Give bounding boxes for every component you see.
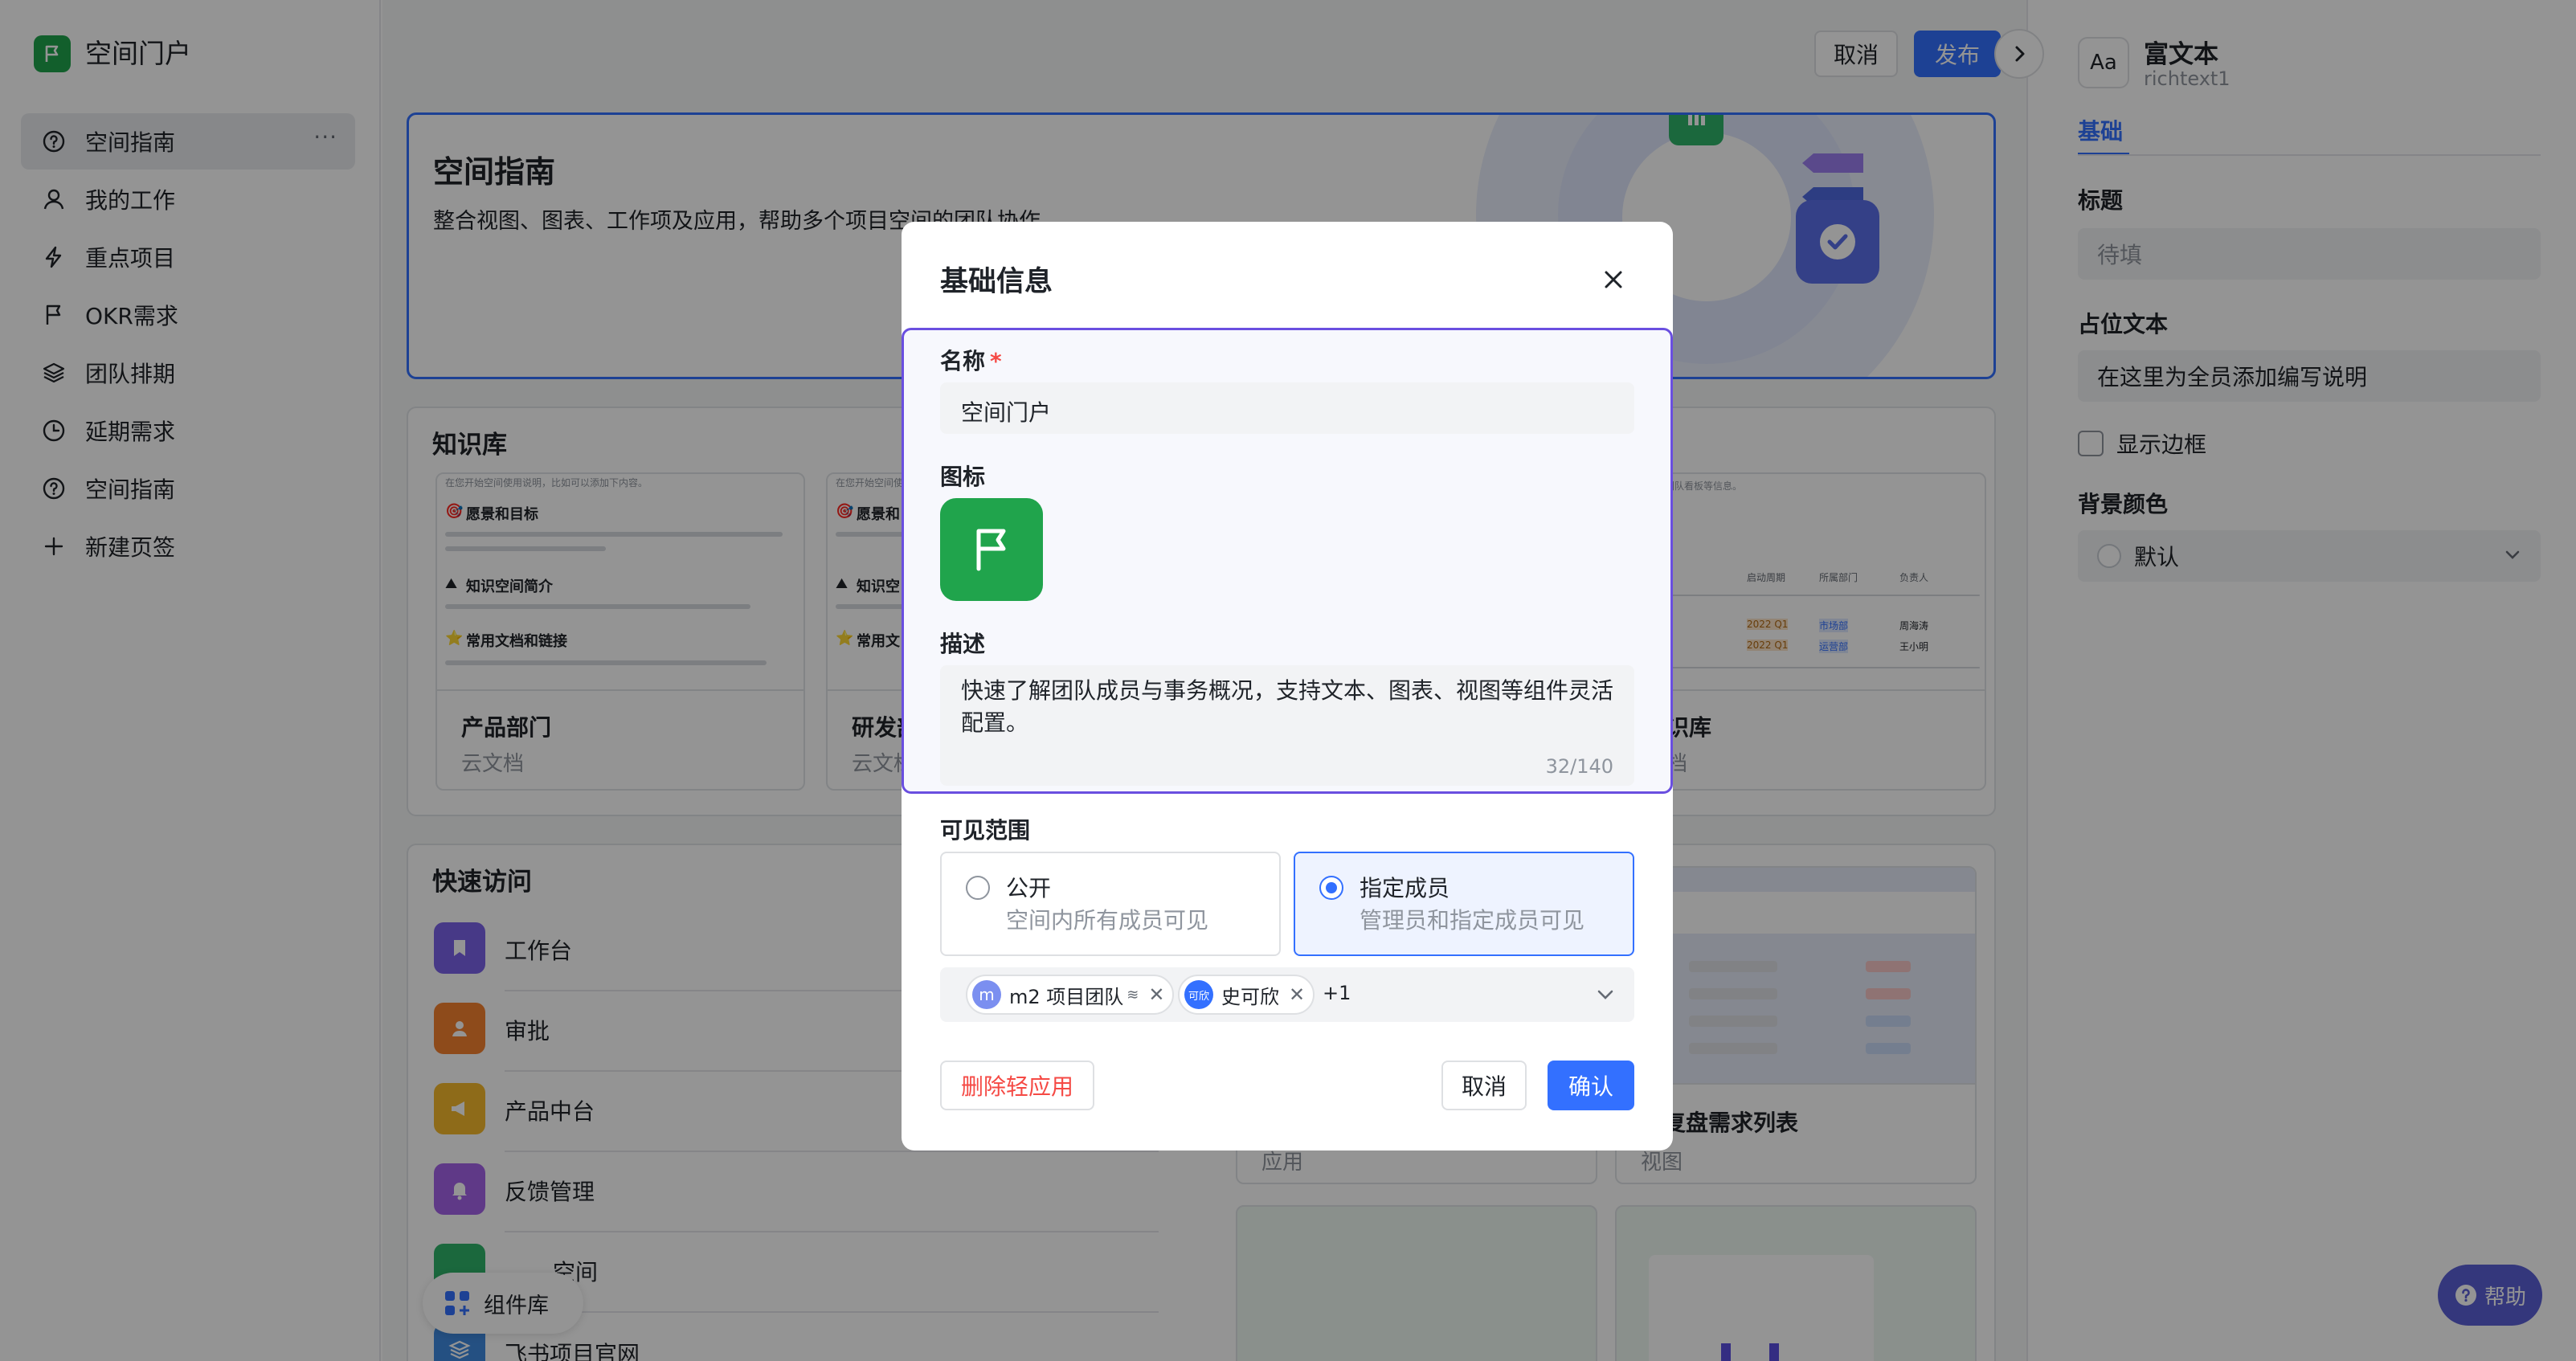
app-icon-picker[interactable] [940, 498, 1043, 601]
option-subtitle: 管理员和指定成员可见 [1360, 907, 1585, 934]
name-input[interactable]: 空间门户 [940, 382, 1634, 434]
cancel-button[interactable]: 取消 [1441, 1061, 1527, 1110]
member-tag: m m2 项目团队 ≋ ✕ [966, 975, 1175, 1015]
group-icon: ≋ [1126, 986, 1139, 1003]
more-members-count[interactable]: +1 [1323, 982, 1351, 1004]
member-name: m2 项目团队 [1009, 985, 1124, 1008]
char-count: 32/140 [1545, 755, 1613, 778]
description-text: 快速了解团队成员与事务概况，支持文本、图表、视图等组件灵活配置。 [961, 677, 1614, 736]
basic-info-dialog: 基础信息 名称 * 空间门户 图标 描述 快速了解团队成员与事务概况，支持文本、图… [902, 222, 1673, 1151]
icon-label: 图标 [940, 464, 986, 490]
visibility-label: 可见范围 [940, 817, 1031, 844]
visibility-option-public[interactable]: 公开 空间内所有成员可见 [940, 852, 1281, 956]
option-title: 公开 [1006, 875, 1052, 901]
radio-button[interactable] [966, 876, 990, 900]
desc-label: 描述 [940, 631, 986, 657]
delete-app-button[interactable]: 删除轻应用 [940, 1061, 1094, 1110]
remove-tag-icon[interactable]: ✕ [1148, 983, 1164, 1006]
description-textarea[interactable]: 快速了解团队成员与事务概况，支持文本、图表、视图等组件灵活配置。 32/140 [940, 665, 1634, 786]
member-name: 史可欣 [1221, 985, 1279, 1008]
close-icon[interactable] [1597, 264, 1629, 296]
visibility-option-members[interactable]: 指定成员 管理员和指定成员可见 [1294, 852, 1634, 956]
confirm-button[interactable]: 确认 [1548, 1061, 1634, 1110]
dialog-title: 基础信息 [940, 266, 1053, 298]
radio-button[interactable] [1319, 876, 1343, 900]
avatar: 可欣 [1184, 980, 1213, 1009]
chevron-down-icon[interactable] [1594, 983, 1617, 1006]
flag-icon [976, 529, 1006, 571]
required-mark: * [990, 348, 1002, 374]
member-tag: 可欣 史可欣 ✕ [1178, 975, 1315, 1015]
avatar: m [972, 980, 1001, 1009]
name-label: 名称 * [940, 348, 1002, 374]
option-subtitle: 空间内所有成员可见 [1006, 907, 1209, 934]
remove-tag-icon[interactable]: ✕ [1289, 983, 1305, 1006]
option-title: 指定成员 [1360, 875, 1450, 901]
